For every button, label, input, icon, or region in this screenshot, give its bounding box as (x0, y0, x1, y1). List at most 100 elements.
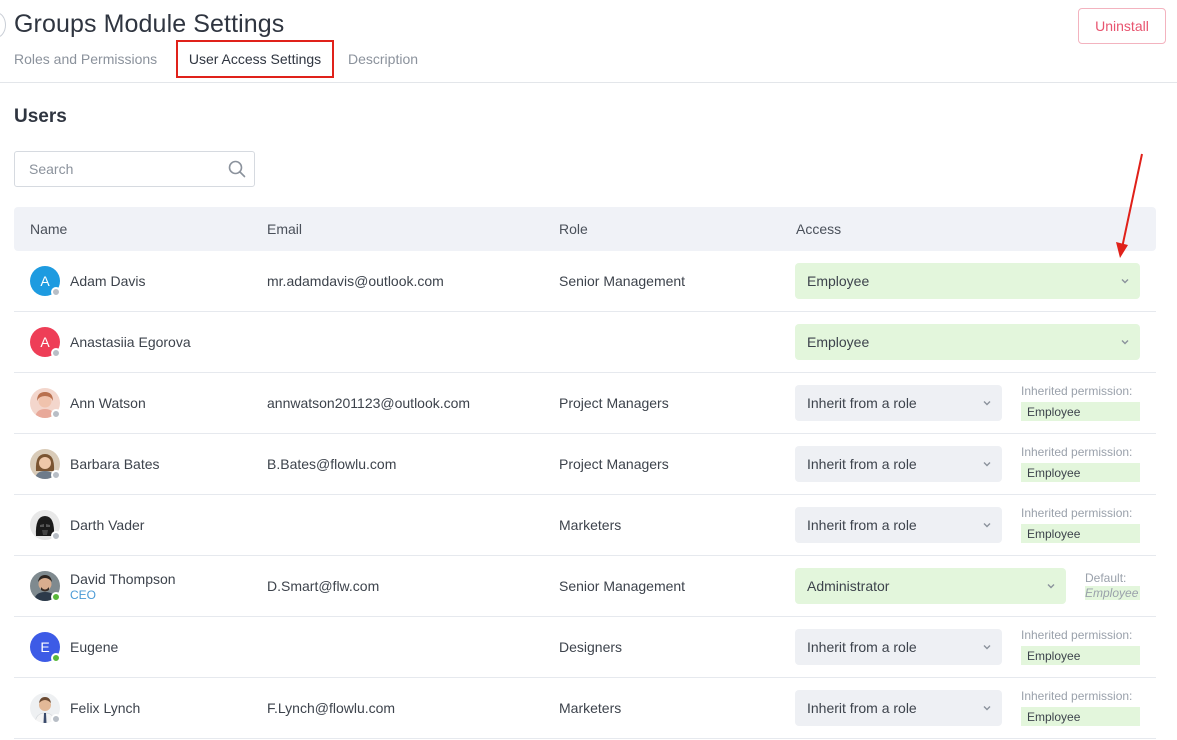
tab-user-access-settings[interactable]: User Access Settings (176, 40, 334, 78)
avatar[interactable]: A (30, 327, 61, 358)
table-row: Darth Vader Marketers Inherit from a rol… (14, 495, 1156, 556)
status-offline-icon (51, 470, 61, 480)
table-row: David Thompson CEO D.Smart@flw.com Senio… (14, 556, 1156, 617)
inherited-permission-label: Inherited permission: (1021, 506, 1133, 520)
access-select[interactable]: Administrator (795, 568, 1066, 604)
user-cell: David Thompson CEO (30, 556, 176, 616)
user-name[interactable]: Felix Lynch (70, 700, 140, 716)
column-header-role[interactable]: Role (559, 221, 588, 237)
user-cell: Ann Watson (30, 373, 146, 433)
user-cell: A Adam Davis (30, 251, 145, 311)
user-name[interactable]: Darth Vader (70, 517, 144, 533)
user-role: Project Managers (559, 395, 669, 411)
access-select[interactable]: Inherit from a role (795, 690, 1002, 726)
users-section-title: Users (14, 106, 67, 127)
table-row: Barbara Bates B.Bates@flowlu.com Project… (14, 434, 1156, 495)
users-table: Name Email Role Access A Adam Davis mr.a… (14, 207, 1156, 739)
status-offline-icon (51, 409, 61, 419)
status-online-icon (51, 653, 61, 663)
chevron-down-icon (983, 645, 991, 650)
access-select[interactable]: Employee (795, 324, 1140, 360)
page-title: Groups Module Settings (14, 10, 285, 38)
inherited-permission-badge: Employee (1021, 646, 1140, 665)
inherited-permission-badge: Employee (1021, 524, 1140, 543)
status-offline-icon (51, 348, 61, 358)
chevron-down-icon (1121, 279, 1129, 284)
user-role: Designers (559, 639, 623, 655)
chevron-down-icon (983, 523, 991, 528)
tab-description[interactable]: Description (348, 44, 418, 74)
user-title: CEO (70, 587, 97, 602)
default-permission-badge: Employee (1085, 586, 1140, 600)
chevron-down-icon (983, 462, 991, 467)
table-header: Name Email Role Access (14, 207, 1156, 251)
user-name[interactable]: Barbara Bates (70, 456, 160, 472)
user-email: F.Lynch@flowlu.com (267, 700, 396, 716)
column-header-email[interactable]: Email (267, 221, 302, 237)
uninstall-button[interactable]: Uninstall (1078, 8, 1166, 44)
tab-bar: Roles and Permissions User Access Settin… (14, 40, 418, 82)
user-cell: Darth Vader (30, 495, 144, 555)
chevron-down-icon (1121, 340, 1129, 345)
user-role: Project Managers (559, 456, 669, 472)
user-cell: E Eugene (30, 617, 118, 677)
user-role: Senior Management (559, 578, 686, 594)
annotation-arrow-icon (1116, 153, 1143, 258)
table-row: E Eugene Designers Inherit from a role I… (14, 617, 1156, 678)
user-role: Senior Management (559, 273, 686, 289)
search-box (14, 151, 255, 187)
header-divider (0, 82, 1177, 83)
default-permission-label: Default: (1085, 571, 1127, 585)
user-email: annwatson201123@outlook.com (267, 395, 471, 411)
user-email: mr.adamdavis@outlook.com (267, 273, 444, 289)
status-offline-icon (51, 287, 61, 297)
table-row: Felix Lynch F.Lynch@flowlu.com Marketers… (14, 678, 1156, 739)
inherited-permission-badge: Employee (1021, 402, 1140, 421)
avatar[interactable]: E (30, 632, 61, 663)
access-select[interactable]: Inherit from a role (795, 629, 1002, 665)
user-cell: A Anastasiia Egorova (30, 312, 191, 372)
avatar[interactable] (30, 388, 61, 419)
inherited-permission-label: Inherited permission: (1021, 628, 1133, 642)
access-select[interactable]: Inherit from a role (795, 385, 1002, 421)
table-row: A Adam Davis mr.adamdavis@outlook.com Se… (14, 251, 1156, 312)
search-icon[interactable] (228, 160, 246, 178)
user-role: Marketers (559, 700, 622, 716)
user-email: B.Bates@flowlu.com (267, 456, 397, 472)
access-select[interactable]: Inherit from a role (795, 507, 1002, 543)
inherited-permission-badge: Employee (1021, 707, 1140, 726)
chevron-down-icon (983, 706, 991, 711)
avatar[interactable]: A (30, 266, 61, 297)
avatar[interactable] (30, 571, 61, 602)
user-name[interactable]: Ann Watson (70, 395, 146, 411)
status-offline-icon (51, 531, 61, 541)
column-header-name[interactable]: Name (30, 221, 67, 237)
column-header-access[interactable]: Access (796, 221, 841, 237)
inherited-permission-badge: Employee (1021, 463, 1140, 482)
back-button[interactable] (0, 12, 6, 38)
user-cell: Barbara Bates (30, 434, 160, 494)
access-select[interactable]: Inherit from a role (795, 446, 1002, 482)
user-cell: Felix Lynch (30, 678, 140, 738)
user-name[interactable]: Eugene (70, 639, 118, 655)
avatar[interactable] (30, 693, 61, 724)
tab-roles-and-permissions[interactable]: Roles and Permissions (14, 44, 176, 74)
inherited-permission-label: Inherited permission: (1021, 384, 1133, 398)
chevron-down-icon (1047, 584, 1055, 589)
user-name[interactable]: David Thompson (70, 571, 176, 587)
search-input[interactable] (15, 161, 215, 177)
avatar[interactable] (30, 510, 61, 541)
access-select[interactable]: Employee (795, 263, 1140, 299)
status-online-icon (51, 592, 61, 602)
user-email: D.Smart@flw.com (267, 578, 380, 594)
table-row: A Anastasiia Egorova Employee (14, 312, 1156, 373)
table-row: Ann Watson annwatson201123@outlook.com P… (14, 373, 1156, 434)
user-name[interactable]: Anastasiia Egorova (70, 334, 191, 350)
chevron-down-icon (983, 401, 991, 406)
inherited-permission-label: Inherited permission: (1021, 689, 1133, 703)
user-name[interactable]: Adam Davis (70, 273, 145, 289)
avatar[interactable] (30, 449, 61, 480)
status-offline-icon (51, 714, 61, 724)
user-role: Marketers (559, 517, 622, 533)
inherited-permission-label: Inherited permission: (1021, 445, 1133, 459)
